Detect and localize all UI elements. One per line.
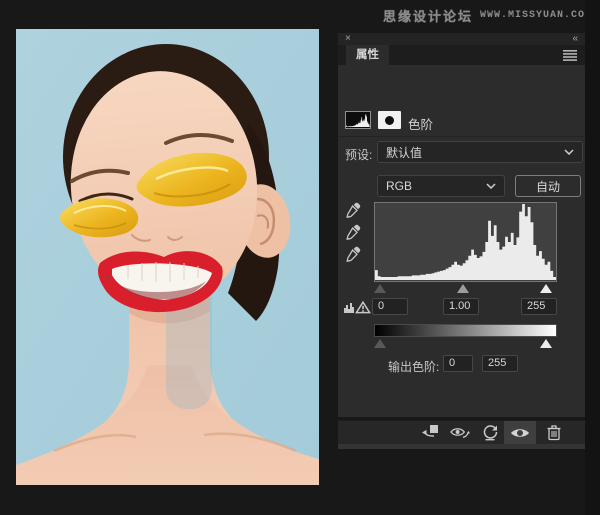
view-previous-state-icon[interactable] <box>450 424 470 441</box>
adjustment-title: 色阶 <box>408 114 433 133</box>
close-icon[interactable]: × <box>345 33 351 45</box>
input-shadow-field[interactable]: 0 <box>372 298 408 315</box>
preset-value: 默认值 <box>386 144 422 161</box>
divider <box>338 136 585 137</box>
panel-title-bar: × « <box>338 33 585 45</box>
output-gradient-bar <box>374 324 557 337</box>
input-highlight-field[interactable]: 255 <box>521 298 557 315</box>
properties-panel: × « 属性 色阶 预设: 默认值 RGB <box>338 33 585 417</box>
output-shadow-slider[interactable] <box>374 339 386 348</box>
document-canvas[interactable] <box>16 29 319 485</box>
input-gamma-field[interactable]: 1.00 <box>443 298 479 315</box>
chevron-down-icon <box>564 149 574 155</box>
preset-select[interactable]: 默认值 <box>377 141 583 163</box>
preset-label: 预设: <box>345 146 372 163</box>
input-gamma-slider[interactable] <box>457 284 469 293</box>
layer-mask-icon[interactable] <box>378 111 401 129</box>
collapse-panel-icon[interactable]: « <box>572 33 578 45</box>
histogram-refresh-warning-icon[interactable] <box>343 299 371 315</box>
watermark-site-url: WWW.MISSYUAN.COM <box>480 10 592 21</box>
input-shadow-slider[interactable] <box>374 284 386 293</box>
visibility-button[interactable] <box>504 421 536 444</box>
channel-select[interactable]: RGB <box>377 175 505 197</box>
watermark: 思缘设计论坛 WWW.MISSYUAN.COM <box>383 6 592 25</box>
workspace-edge <box>585 0 600 515</box>
photoshop-workspace: 思缘设计论坛 WWW.MISSYUAN.COM <box>0 0 600 515</box>
mask-dot <box>385 116 394 125</box>
eye-icon <box>510 427 530 439</box>
chevron-down-icon <box>486 183 496 189</box>
panel-tab-strip: 属性 <box>338 45 585 65</box>
white-point-eyedropper-icon[interactable] <box>344 245 362 263</box>
panel-toolbar <box>338 421 585 444</box>
black-point-eyedropper-icon[interactable] <box>344 201 362 219</box>
output-levels-label: 输出色阶: <box>388 358 439 375</box>
levels-histogram[interactable] <box>374 202 557 282</box>
panel-menu-icon[interactable] <box>563 50 577 61</box>
input-highlight-slider[interactable] <box>540 284 552 293</box>
clip-to-layer-icon[interactable] <box>420 424 440 441</box>
watermark-site-name: 思缘设计论坛 <box>383 6 473 25</box>
output-highlight-slider[interactable] <box>540 339 552 348</box>
tab-properties[interactable]: 属性 <box>346 45 389 65</box>
reset-icon[interactable] <box>480 424 500 441</box>
levels-properties: 色阶 预设: 默认值 RGB 自动 <box>338 65 585 412</box>
gray-point-eyedropper-icon[interactable] <box>344 223 362 241</box>
panel-bottom-edge[interactable] <box>338 444 585 449</box>
auto-button[interactable]: 自动 <box>515 175 581 197</box>
delete-icon[interactable] <box>544 424 564 441</box>
output-highlight-field[interactable]: 255 <box>482 355 518 372</box>
levels-adjustment-icon[interactable] <box>345 111 371 129</box>
output-shadow-field[interactable]: 0 <box>443 355 473 372</box>
portrait-photo <box>16 29 319 485</box>
channel-value: RGB <box>386 179 412 193</box>
